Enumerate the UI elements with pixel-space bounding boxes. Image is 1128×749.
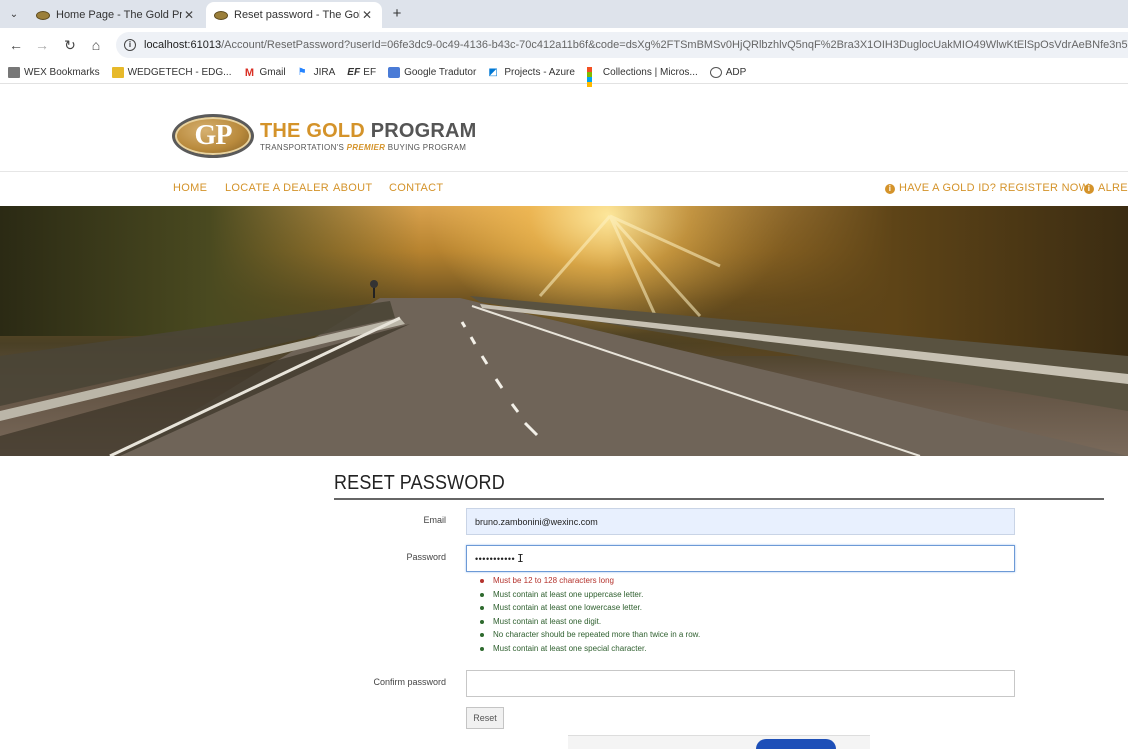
gmail-icon: M [244, 67, 255, 79]
logo-title: THE GOLD PROGRAM [260, 120, 477, 142]
password-field[interactable]: ••••••••••• I [466, 545, 1015, 572]
browser-toolbar: ← → ↻ ⌂ i localhost:61013/Account/ResetP… [0, 28, 1128, 62]
road-illustration [0, 214, 1128, 456]
reset-button[interactable]: Reset [466, 707, 504, 729]
rule-special-char: Must contain at least one special charac… [480, 642, 700, 656]
bookmark-label: ADP [725, 67, 747, 78]
tab-title: Home Page - The Gold Program [56, 9, 182, 21]
nav-register-gold-id[interactable]: i HAVE A GOLD ID? REGISTER NOW [885, 182, 1089, 194]
close-tab-icon[interactable]: ✕ [182, 8, 196, 22]
bookmark-label: Projects - Azure [504, 67, 575, 78]
logo-text: THE GOLD PROGRAM TRANSPORTATION'S PREMIE… [260, 120, 477, 152]
bookmark-wex[interactable]: WEX Bookmarks [8, 67, 100, 78]
folder-icon [111, 67, 124, 78]
google-translate-icon [388, 67, 401, 78]
bookmark-label: Gmail [259, 67, 286, 78]
bookmark-label: JIRA [313, 67, 336, 78]
logo-tagline: TRANSPORTATION'S PREMIER BUYING PROGRAM [260, 143, 467, 152]
bookmark-projects-azure[interactable]: ◩ Projects - Azure [488, 67, 575, 78]
nav-contact[interactable]: CONTACT [389, 182, 443, 194]
bookmark-jira[interactable]: ⚑ JIRA [298, 67, 336, 78]
reload-icon[interactable]: ↻ [60, 36, 80, 56]
password-value: ••••••••••• [475, 553, 516, 564]
bookmarks-bar: WEX Bookmarks WEDGETECH - EDG... M Gmail … [0, 62, 1128, 87]
nav-home[interactable]: HOME [173, 182, 207, 194]
bookmark-label: Google Tradutor [404, 67, 477, 78]
site-info-icon[interactable]: i [124, 39, 136, 51]
rule-length: Must be 12 to 128 characters long [480, 574, 700, 588]
globe-icon [709, 67, 722, 78]
bookmark-google-tradutor[interactable]: Google Tradutor [388, 67, 476, 78]
folder-icon [8, 67, 20, 78]
new-tab-plus-icon[interactable]: + [388, 4, 406, 24]
bookmark-label: WEX Bookmarks [24, 67, 100, 78]
title-divider [334, 498, 1104, 500]
tab-reset-password[interactable]: Reset password - The Gold Program ✕ [206, 2, 382, 28]
home-icon[interactable]: ⌂ [86, 36, 106, 56]
gold-program-favicon-icon [36, 10, 50, 20]
site-header: GP THE GOLD PROGRAM TRANSPORTATION'S PRE… [0, 88, 1128, 172]
rule-no-repeat: No character should be repeated more tha… [480, 628, 700, 642]
ef-icon: EF [347, 67, 361, 78]
bookmark-label: EF [363, 67, 377, 78]
rule-digit: Must contain at least one digit. [480, 615, 700, 629]
bottom-overlay-button[interactable] [756, 739, 836, 749]
gold-program-favicon-icon [214, 10, 228, 20]
bookmark-adp[interactable]: ADP [709, 67, 747, 78]
browser-tab-bar: ⌄ Home Page - The Gold Program ✕ Reset p… [0, 0, 1128, 28]
jira-icon: ⚑ [297, 67, 307, 78]
url-host: localhost:61013 [144, 39, 222, 51]
bookmark-wedgetech[interactable]: WEDGETECH - EDG... [111, 67, 232, 78]
bookmark-label: Collections | Micros... [602, 67, 698, 78]
close-tab-icon[interactable]: ✕ [360, 8, 374, 22]
rule-uppercase: Must contain at least one uppercase lett… [480, 588, 700, 602]
nav-already-member[interactable]: iALREA [1084, 182, 1128, 194]
main-navigation: HOME LOCATE A DEALER ABOUT CONTACT i HAVE… [0, 172, 1128, 206]
text-cursor-icon: I [517, 552, 525, 565]
info-icon: i [885, 184, 895, 194]
bookmark-label: WEDGETECH - EDG... [127, 67, 232, 78]
back-arrow-icon[interactable]: ← [6, 36, 26, 56]
gold-program-logo[interactable]: GP THE GOLD PROGRAM TRANSPORTATION'S PRE… [172, 114, 477, 158]
email-value: bruno.zambonini@wexinc.com [475, 516, 598, 527]
microsoft-icon [586, 67, 599, 87]
bookmark-ef[interactable]: EF EF [347, 67, 376, 78]
tab-search-chevron-icon[interactable]: ⌄ [4, 4, 24, 24]
password-rules-list: Must be 12 to 128 characters long Must c… [480, 574, 700, 655]
bookmark-gmail[interactable]: M Gmail [243, 67, 286, 79]
forward-arrow-icon[interactable]: → [32, 36, 52, 56]
logo-badge: GP [172, 114, 254, 158]
address-bar[interactable]: i localhost:61013/Account/ResetPassword?… [116, 32, 1128, 58]
hero-road-sunset-image [0, 206, 1128, 456]
nav-about[interactable]: ABOUT [333, 182, 372, 194]
confirm-password-label: Confirm password [373, 677, 446, 687]
tab-title: Reset password - The Gold Program [234, 9, 360, 21]
nav-locate-a-dealer[interactable]: LOCATE A DEALER [225, 182, 329, 194]
rule-lowercase: Must contain at least one lowercase lett… [480, 601, 700, 615]
info-icon: i [1084, 184, 1094, 194]
tab-home-page[interactable]: Home Page - The Gold Program ✕ [28, 2, 204, 28]
page-title: RESET PASSWORD [334, 472, 505, 494]
azure-devops-icon: ◩ [488, 67, 498, 78]
email-label: Email [423, 515, 446, 525]
password-label: Password [406, 552, 446, 562]
confirm-password-field[interactable] [466, 670, 1015, 697]
bookmark-collections[interactable]: Collections | Micros... [586, 67, 698, 87]
url-path: /Account/ResetPassword?userId=06fe3dc9-0… [221, 39, 1128, 51]
reset-password-section: RESET PASSWORD Email bruno.zambonini@wex… [0, 456, 1128, 749]
email-field[interactable]: bruno.zambonini@wexinc.com [466, 508, 1015, 535]
